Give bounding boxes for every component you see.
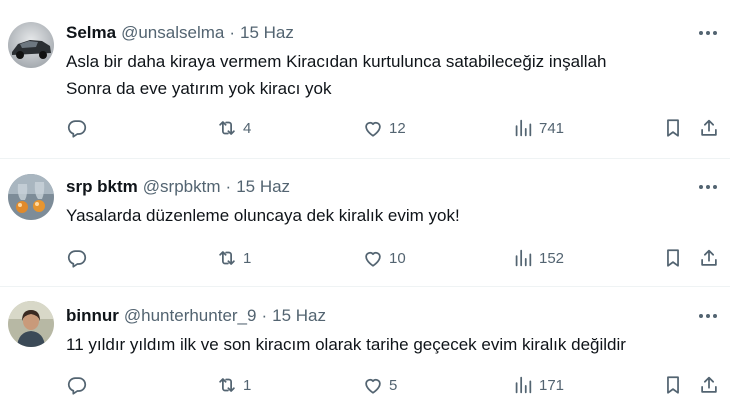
user-handle[interactable]: @unsalselma (121, 23, 224, 43)
like-button[interactable]: 12 (362, 116, 406, 140)
more-icon[interactable] (696, 176, 720, 198)
tweet-header: srp bktm @srpbktm · 15 Haz (66, 176, 290, 198)
avatar[interactable] (8, 22, 54, 68)
retweet-count: 4 (243, 119, 252, 137)
heart-icon (365, 121, 381, 137)
like-count: 10 (389, 249, 406, 267)
divider (0, 158, 730, 159)
reply-icon (67, 120, 87, 138)
share-icon (701, 376, 717, 393)
tweet-date[interactable]: 15 Haz (272, 306, 326, 326)
reply-button[interactable] (66, 373, 88, 397)
user-name[interactable]: binnur (66, 306, 119, 326)
user-handle[interactable]: @hunterhunter_9 (124, 306, 257, 326)
reply-button[interactable] (66, 246, 88, 270)
tweet-actions: 1 5 171 (66, 373, 722, 397)
user-name[interactable]: Selma (66, 23, 116, 43)
divider (0, 286, 730, 287)
views-button[interactable]: 171 (512, 373, 564, 397)
avatar[interactable] (8, 174, 54, 220)
views-button[interactable]: 152 (512, 246, 564, 270)
tweet-header: binnur @hunterhunter_9 · 15 Haz (66, 305, 326, 327)
retweet-icon (219, 378, 235, 392)
reply-icon (67, 377, 87, 395)
tweet-text: Yasalarda düzenleme oluncaya dek kiralık… (66, 202, 460, 229)
views-icon (515, 249, 532, 267)
tweet-actions: 1 10 152 (66, 246, 722, 270)
tweet-header: Selma @unsalselma · 15 Haz (66, 22, 294, 44)
share-icon (701, 119, 717, 136)
views-count: 152 (539, 249, 565, 267)
views-icon (515, 376, 532, 394)
bookmark-button[interactable] (662, 373, 684, 397)
reply-button[interactable] (66, 116, 88, 140)
retweet-button[interactable]: 1 (216, 373, 251, 397)
like-count: 12 (389, 119, 406, 137)
bookmark-icon (667, 249, 679, 267)
tweet-date[interactable]: 15 Haz (236, 177, 290, 197)
bookmark-button[interactable] (662, 246, 684, 270)
separator: · (229, 23, 236, 42)
retweet-icon (219, 251, 235, 265)
avatar[interactable] (8, 301, 54, 347)
user-name[interactable]: srp bktm (66, 177, 138, 197)
reply-icon (67, 250, 87, 268)
tweet-text: Asla bir daha kiraya vermem Kiracıdan ku… (66, 48, 607, 102)
heart-icon (365, 251, 381, 267)
tweet-3[interactable]: binnur @hunterhunter_9 · 15 Haz 11 yıldı… (0, 301, 730, 415)
views-count: 171 (539, 376, 565, 394)
tweet-actions: 4 12 741 (66, 116, 722, 140)
retweet-count: 1 (243, 376, 252, 394)
bookmark-icon (667, 376, 679, 394)
retweet-icon (219, 121, 235, 135)
tweet-text-line: Yasalarda düzenleme oluncaya dek kiralık… (66, 206, 460, 225)
more-icon[interactable] (696, 22, 720, 44)
views-count: 741 (539, 119, 565, 137)
like-button[interactable]: 5 (362, 373, 397, 397)
bookmark-icon (667, 119, 679, 137)
user-handle[interactable]: @srpbktm (143, 177, 221, 197)
like-button[interactable]: 10 (362, 246, 406, 270)
separator: · (261, 306, 268, 325)
share-button[interactable] (698, 373, 720, 397)
retweet-count: 1 (243, 249, 252, 267)
heart-icon (365, 378, 381, 394)
share-button[interactable] (698, 246, 720, 270)
views-icon (515, 119, 532, 137)
tweet-text-line: 11 yıldır yıldım ilk ve son kiracım olar… (66, 335, 626, 354)
share-button[interactable] (698, 116, 720, 140)
more-icon[interactable] (696, 305, 720, 327)
bookmark-button[interactable] (662, 116, 684, 140)
tweet-feed: Selma @unsalselma · 15 Haz Asla bir daha… (0, 0, 730, 420)
tweet-1[interactable]: Selma @unsalselma · 15 Haz Asla bir daha… (0, 22, 730, 152)
separator: · (225, 177, 232, 196)
views-button[interactable]: 741 (512, 116, 564, 140)
tweet-date[interactable]: 15 Haz (240, 23, 294, 43)
like-count: 5 (389, 376, 398, 394)
tweet-text: 11 yıldır yıldım ilk ve son kiracım olar… (66, 331, 626, 358)
tweet-text-line: Sonra da eve yatırım yok kiracı yok (66, 79, 332, 98)
retweet-button[interactable]: 4 (216, 116, 251, 140)
retweet-button[interactable]: 1 (216, 246, 251, 270)
share-icon (701, 249, 717, 266)
tweet-text-line: Asla bir daha kiraya vermem Kiracıdan ku… (66, 52, 607, 71)
tweet-2[interactable]: srp bktm @srpbktm · 15 Haz Yasalarda düz… (0, 174, 730, 286)
